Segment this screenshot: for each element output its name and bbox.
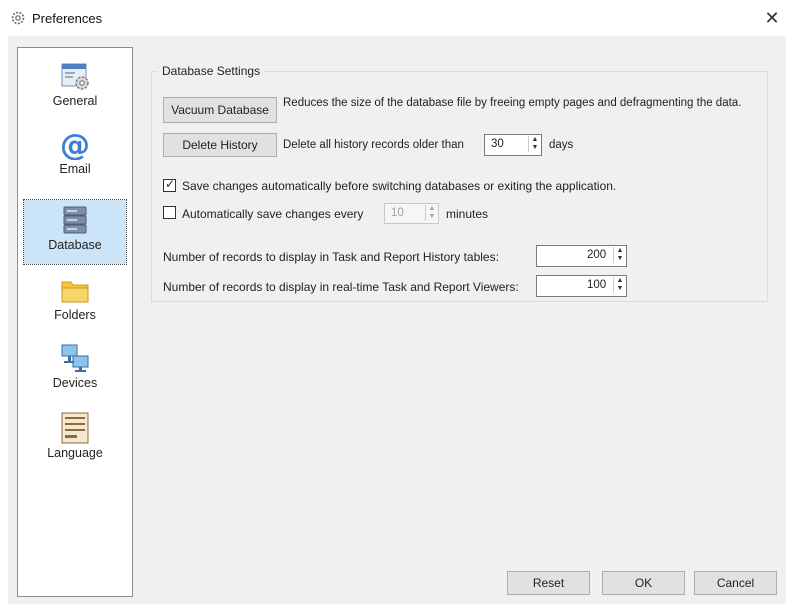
checkmark-icon: ✓ xyxy=(165,177,176,191)
spinner-value: 30 xyxy=(491,138,504,150)
sidebar-item-label: Language xyxy=(47,446,103,460)
autosave-interval-checkbox[interactable] xyxy=(163,206,176,219)
spin-up-icon[interactable]: ▲ xyxy=(614,277,626,285)
close-icon[interactable]: ✕ xyxy=(763,9,781,27)
ok-button[interactable]: OK xyxy=(602,571,685,595)
spin-down-icon[interactable]: ▼ xyxy=(529,144,541,152)
spin-down-icon[interactable]: ▼ xyxy=(614,285,626,293)
title-bar: Preferences ✕ xyxy=(0,0,790,36)
devices-icon xyxy=(61,344,89,372)
language-icon xyxy=(61,412,89,444)
gear-icon xyxy=(11,11,25,25)
spinner-value: 200 xyxy=(587,249,607,261)
spin-up-icon[interactable]: ▲ xyxy=(614,247,626,255)
realtime-records-spinner[interactable]: 100 ▲ ▼ xyxy=(536,275,627,297)
cancel-button[interactable]: Cancel xyxy=(694,571,777,595)
svg-text:@: @ xyxy=(60,128,90,160)
window-title: Preferences xyxy=(32,11,103,26)
autosave-on-switch-checkbox[interactable]: ✓ xyxy=(163,177,176,192)
sidebar-item-database[interactable]: Database xyxy=(23,199,127,265)
category-sidebar: General @ Email Database Folders Devices… xyxy=(17,47,133,597)
sidebar-item-devices[interactable]: Devices xyxy=(24,338,126,402)
days-unit-label: days xyxy=(549,139,574,151)
general-settings-icon xyxy=(61,63,89,90)
spin-down-icon[interactable]: ▼ xyxy=(614,255,626,263)
delete-history-description: Delete all history records older than xyxy=(283,139,464,151)
autosave-on-switch-label: Save changes automatically before switch… xyxy=(182,179,617,193)
spinner-arrows[interactable]: ▲ ▼ xyxy=(425,205,438,221)
spinner-value: 10 xyxy=(391,207,404,219)
autosave-interval-spinner[interactable]: 10 ▲ ▼ xyxy=(384,203,439,224)
vacuum-description: Reduces the size of the database file by… xyxy=(283,97,742,109)
database-icon xyxy=(63,206,87,234)
spinner-value: 100 xyxy=(587,279,607,291)
spin-up-icon[interactable]: ▲ xyxy=(426,205,438,213)
spinner-arrows[interactable]: ▲ ▼ xyxy=(613,247,626,263)
sidebar-item-label: Devices xyxy=(52,376,98,390)
dialog-body: General @ Email Database Folders Devices… xyxy=(8,36,786,604)
sidebar-item-general[interactable]: General xyxy=(24,56,126,120)
delete-history-days-spinner[interactable]: 30 ▲ ▼ xyxy=(484,134,542,156)
realtime-records-label: Number of records to display in real-tim… xyxy=(163,280,519,294)
spin-up-icon[interactable]: ▲ xyxy=(529,136,541,144)
history-records-label: Number of records to display in Task and… xyxy=(163,250,499,264)
spinner-arrows[interactable]: ▲ ▼ xyxy=(528,136,541,152)
minutes-unit-label: minutes xyxy=(446,207,489,221)
delete-history-button[interactable]: Delete History xyxy=(163,133,277,157)
sidebar-item-label: Folders xyxy=(54,308,96,322)
sidebar-item-language[interactable]: Language xyxy=(24,408,126,472)
at-sign-icon: @ xyxy=(60,128,90,160)
sidebar-item-folders[interactable]: Folders xyxy=(24,270,126,334)
history-records-spinner[interactable]: 200 ▲ ▼ xyxy=(536,245,627,267)
spin-down-icon[interactable]: ▼ xyxy=(426,213,438,221)
spinner-arrows[interactable]: ▲ ▼ xyxy=(613,277,626,293)
sidebar-item-label: General xyxy=(52,94,98,108)
sidebar-item-email[interactable]: @ Email xyxy=(24,124,126,188)
group-title: Database Settings xyxy=(162,64,261,78)
reset-button[interactable]: Reset xyxy=(507,571,590,595)
sidebar-item-label: Database xyxy=(48,238,102,252)
folder-icon xyxy=(61,281,89,303)
sidebar-item-label: Email xyxy=(59,162,91,176)
vacuum-database-button[interactable]: Vacuum Database xyxy=(163,97,277,123)
autosave-interval-label: Automatically save changes every xyxy=(182,207,364,221)
